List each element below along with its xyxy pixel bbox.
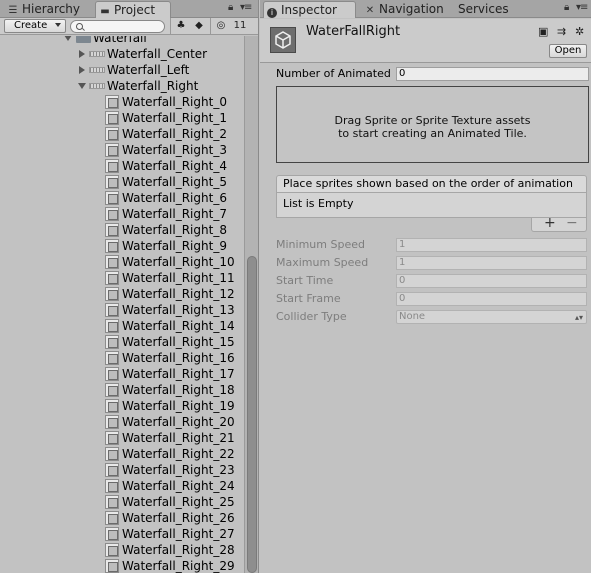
project-panel: ☰ Hierarchy ▬ Project 🔒︎ ▾≡ Create ♣ ◆ ◎ 1…	[0, 0, 259, 573]
sprite-list-empty: List is Empty	[276, 193, 587, 218]
sprite-tile-icon	[105, 223, 119, 237]
divider	[210, 18, 211, 35]
lock-icon[interactable]: 🔒︎	[228, 2, 233, 13]
collapsed-arrow-icon[interactable]	[79, 50, 85, 58]
lock-icon[interactable]: 🔒︎	[564, 2, 569, 13]
minimum-speed-input[interactable]: 1	[396, 238, 587, 252]
sprite-tile-icon	[105, 351, 119, 365]
scrollbar-thumb[interactable]	[247, 256, 257, 573]
add-item-button[interactable]: +	[544, 216, 556, 230]
folder-icon	[76, 36, 91, 43]
maximum-speed-input[interactable]: 1	[396, 256, 587, 270]
gear-icon[interactable]: ✲	[575, 25, 584, 38]
tab-navigation[interactable]: ✕ Navigation	[361, 1, 453, 18]
hidden-packages-icon[interactable]: ◎	[214, 19, 228, 33]
right-tab-bar: i Inspector ✕ Navigation Services 🔒︎ ▾≡	[260, 0, 591, 18]
sprite-strip-icon	[89, 67, 105, 73]
divider	[170, 18, 171, 35]
sprite-tile-icon	[105, 111, 119, 125]
sprite-strip-icon	[89, 83, 105, 89]
tab-hierarchy[interactable]: ☰ Hierarchy	[4, 1, 88, 18]
help-book-icon[interactable]: ▣	[538, 25, 548, 38]
sprite-tile-icon	[105, 255, 119, 269]
sprite-tile-icon	[105, 319, 119, 333]
sprite-tile-icon	[105, 543, 119, 557]
chevron-updown-icon: ▴▾	[574, 313, 583, 322]
sprite-tile-icon	[105, 447, 119, 461]
hierarchy-list-icon: ☰	[8, 5, 18, 16]
asset-title: WaterFallRight	[306, 24, 401, 39]
tree-scrollbar[interactable]	[244, 36, 258, 573]
sprite-tile-icon	[105, 415, 119, 429]
sprite-tile-icon	[105, 95, 119, 109]
info-icon: i	[267, 8, 277, 18]
collider-type-dropdown[interactable]: None ▴▾	[396, 310, 587, 324]
filter-by-type-icon[interactable]: ♣	[174, 19, 188, 33]
sprite-drop-area[interactable]: Drag Sprite or Sprite Texture assets to …	[276, 86, 589, 163]
chevron-down-icon	[55, 23, 61, 27]
sprite-strip-icon	[89, 51, 105, 57]
sprite-tile-icon	[105, 479, 119, 493]
remove-item-button[interactable]: −	[566, 216, 578, 230]
left-tab-bar: ☰ Hierarchy ▬ Project 🔒︎ ▾≡	[0, 0, 258, 18]
expand-arrow-icon[interactable]	[78, 83, 86, 89]
sprite-tile-icon	[105, 335, 119, 349]
search-input[interactable]	[70, 20, 165, 33]
sprite-list-footer: + −	[531, 216, 587, 232]
sprite-tile-icon	[105, 495, 119, 509]
sprite-tile-icon	[105, 431, 119, 445]
inspector-panel: i Inspector ✕ Navigation Services 🔒︎ ▾≡ Wa…	[260, 0, 591, 573]
sprite-tile-icon	[105, 143, 119, 157]
sprite-tile-icon	[105, 303, 119, 317]
tab-inspector[interactable]: i Inspector	[263, 1, 356, 18]
sprite-tile-icon	[105, 271, 119, 285]
expand-arrow-icon[interactable]	[64, 36, 72, 41]
navigation-icon: ✕	[365, 5, 375, 16]
sprite-tile-icon	[105, 463, 119, 477]
project-tree: Waterfall Waterfall_Center Waterfall_Lef…	[0, 36, 244, 573]
hidden-count-badge: 11	[233, 20, 247, 31]
sprite-tile-icon	[105, 527, 119, 541]
preset-icon[interactable]: ⇉	[557, 25, 566, 38]
sprite-tile-icon	[105, 399, 119, 413]
sprite-tile-icon	[105, 287, 119, 301]
inspector-header: WaterFallRight ▣ ⇉ ✲ Open	[260, 19, 591, 63]
create-button[interactable]: Create	[4, 19, 66, 33]
sprite-tile-icon	[105, 367, 119, 381]
panel-menu-icon[interactable]: ▾≡	[240, 2, 252, 13]
tab-services[interactable]: Services	[455, 1, 525, 18]
collapsed-arrow-icon[interactable]	[79, 66, 85, 74]
sprite-tile-icon	[105, 159, 119, 173]
sprite-list-header: Place sprites shown based on the order o…	[276, 175, 587, 193]
sprite-tile-icon	[105, 207, 119, 221]
panel-menu-icon[interactable]: ▾≡	[576, 2, 588, 13]
start-time-input[interactable]: 0	[396, 274, 587, 288]
filter-by-label-icon[interactable]: ◆	[192, 19, 206, 33]
sprite-tile-icon	[105, 191, 119, 205]
open-button[interactable]: Open	[549, 44, 587, 58]
tab-project[interactable]: ▬ Project	[95, 1, 171, 18]
sprite-tile-icon	[105, 383, 119, 397]
sprite-tile-icon	[105, 511, 119, 525]
search-icon	[76, 23, 83, 30]
sprite-tile-icon	[105, 127, 119, 141]
sprite-tile-icon	[105, 239, 119, 253]
unity-asset-icon	[270, 27, 296, 53]
start-frame-input[interactable]: 0	[396, 292, 587, 306]
sprite-tile-icon	[105, 175, 119, 189]
number-of-animated-input[interactable]: 0	[396, 67, 589, 81]
sprite-tile-icon	[105, 559, 119, 573]
project-toolbar: Create ♣ ◆ ◎ 11	[0, 18, 258, 35]
